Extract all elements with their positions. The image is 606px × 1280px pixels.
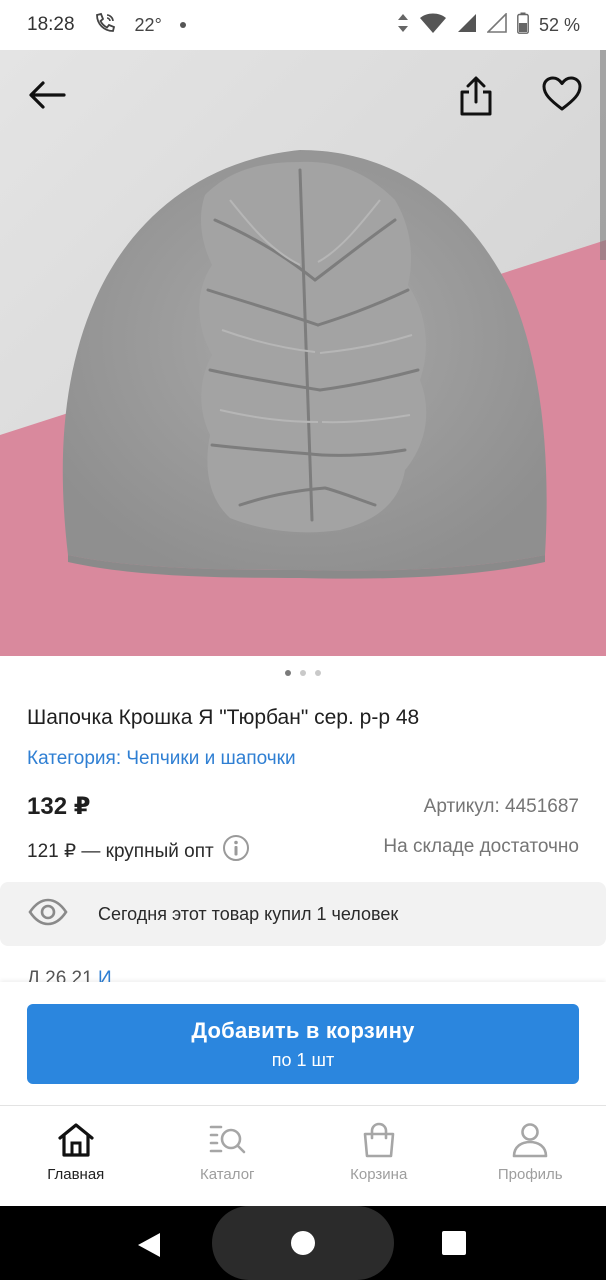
tab-catalog[interactable]: Каталог [152,1106,304,1206]
status-bar: 18:28 22° 52 % [0,0,606,50]
pagination-dot-active[interactable] [285,670,291,676]
image-pagination [0,670,606,676]
data-arrows-icon [397,13,409,38]
add-to-cart-quantity: по 1 шт [271,1049,335,1070]
add-to-cart-button[interactable]: Добавить в корзину по 1 шт [27,1004,579,1084]
share-icon [460,76,492,116]
tab-profile-label: Профиль [497,1166,563,1183]
system-recents-button[interactable] [442,1231,466,1255]
product-photo [0,50,606,656]
category-link[interactable]: Категория: Чепчики и шапочки [27,748,296,770]
wholesale-price-text: 121 ₽ — крупный опт [27,840,214,862]
notification-dot-icon [179,22,186,28]
image-scroll-indicator [600,50,606,260]
tab-cart[interactable]: Корзина [303,1106,455,1206]
bought-today-banner: Сегодня этот товар купил 1 человек [0,882,606,946]
pagination-dot[interactable] [300,670,306,676]
system-home-button[interactable] [212,1206,394,1280]
home-icon [58,1123,94,1157]
tab-home-label: Главная [47,1166,105,1183]
tab-catalog-label: Каталог [199,1166,255,1183]
tab-home[interactable]: Главная [0,1106,152,1206]
status-temperature: 22° [134,14,162,35]
app-screen: 18:28 22° 52 % Шапочка Крошка Я "Тюрбан"… [0,0,606,1280]
favorite-button[interactable] [538,70,586,118]
heart-icon [542,76,582,111]
signal-empty-icon [486,11,507,38]
tab-profile[interactable]: Профиль [455,1106,606,1206]
system-navigation-bar [0,1206,606,1280]
catalog-search-icon [209,1125,246,1154]
shopping-bag-icon [363,1122,395,1158]
status-time: 18:28 [27,14,75,35]
bought-today-text: Сегодня этот товар купил 1 человек [98,903,399,924]
clipped-text: Д 26 21 [27,968,98,982]
clipped-link[interactable]: И [98,968,112,982]
phone-call-icon [93,12,117,39]
cart-area: Добавить в корзину по 1 шт [0,982,606,1106]
eye-icon [28,898,68,931]
home-circle-icon [291,1231,315,1255]
bottom-tab-bar: Главная Каталог Корзина Профиль [0,1106,606,1206]
back-button[interactable] [23,71,71,119]
stock-status: На складе достаточно [383,836,579,857]
profile-icon [512,1123,548,1158]
arrow-left-icon [29,81,66,109]
battery-percent: 52 % [538,14,580,35]
tab-cart-label: Корзина [350,1166,408,1183]
wholesale-price: 121 ₽ — крупный опт [27,834,250,868]
signal-icon [457,13,477,38]
info-icon[interactable] [222,834,250,868]
battery-icon [517,12,529,39]
product-price: 132 ₽ [27,793,91,820]
clipped-delivery-line: Д 26 21 И [27,968,587,982]
add-to-cart-label: Добавить в корзину [191,1017,415,1043]
product-image[interactable] [0,50,606,656]
share-button[interactable] [452,72,500,120]
product-title: Шапочка Крошка Я "Тюрбан" сер. р-р 48 [27,706,420,729]
product-article: Артикул: 4451687 [423,796,579,817]
system-back-button[interactable] [136,1232,162,1263]
wifi-icon [419,12,447,39]
pagination-dot[interactable] [315,670,321,676]
back-triangle-icon [138,1233,160,1257]
